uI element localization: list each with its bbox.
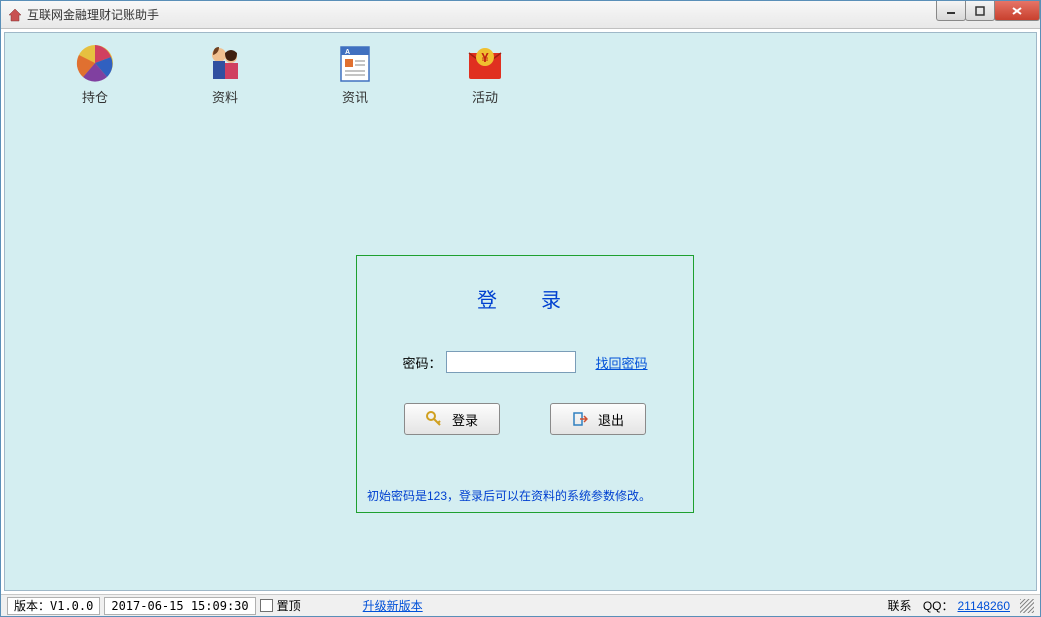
qq-prefix: QQ： [923, 597, 954, 614]
pie-chart-icon [75, 43, 115, 83]
maximize-button[interactable] [965, 1, 995, 21]
login-hint: 初始密码是123，登录后可以在资料的系统参数修改。 [367, 487, 651, 504]
toolbar-label: 持仓 [82, 87, 108, 106]
toolbar-label: 资料 [212, 87, 238, 106]
toolbar-item-profile[interactable]: 资料 [195, 43, 255, 106]
minimize-icon [946, 6, 956, 16]
password-row: 密码： 找回密码 [402, 351, 647, 373]
svg-text:A: A [345, 49, 350, 56]
red-envelope-icon: ¥ [465, 43, 505, 83]
statusbar: 版本：V1.0.0 2017-06-15 15:09:30 置顶 升级新版本 联… [1, 594, 1040, 616]
toolbar-item-activity[interactable]: ¥ 活动 [455, 43, 515, 106]
qq-link[interactable]: 21148260 [958, 599, 1011, 613]
app-icon [7, 7, 23, 23]
datetime-label: 2017-06-15 15:09:30 [104, 597, 255, 615]
people-icon [205, 43, 245, 83]
toolbar-label: 活动 [472, 87, 498, 106]
main-toolbar: 持仓 资料 A [5, 33, 1036, 106]
minimize-button[interactable] [936, 1, 966, 21]
window-controls [937, 1, 1040, 21]
content-area: 持仓 资料 A [4, 32, 1037, 591]
login-button[interactable]: 登录 [404, 403, 500, 435]
svg-text:¥: ¥ [481, 50, 489, 65]
app-window: 互联网金融理财记账助手 持仓 [0, 0, 1041, 617]
exit-button[interactable]: 退出 [550, 403, 646, 435]
login-button-label: 登录 [452, 410, 478, 429]
resize-grip[interactable] [1020, 599, 1034, 613]
toolbar-item-holdings[interactable]: 持仓 [65, 43, 125, 106]
upgrade-link[interactable]: 升级新版本 [363, 597, 423, 614]
login-panel: 登 录 密码： 找回密码 登录 [356, 255, 694, 513]
pin-top-option[interactable]: 置顶 [260, 597, 301, 614]
toolbar-label: 资讯 [342, 87, 368, 106]
exit-icon [572, 411, 588, 427]
version-label: 版本：V1.0.0 [7, 597, 100, 615]
pin-label: 置顶 [277, 597, 301, 614]
pin-checkbox[interactable] [260, 599, 273, 612]
titlebar: 互联网金融理财记账助手 [1, 1, 1040, 29]
window-title: 互联网金融理财记账助手 [27, 6, 159, 23]
maximize-icon [975, 6, 985, 16]
document-icon: A [335, 43, 375, 83]
button-row: 登录 退出 [404, 403, 646, 435]
close-button[interactable] [994, 1, 1040, 21]
exit-button-label: 退出 [598, 410, 624, 429]
contact-label: 联系 [887, 597, 911, 614]
forgot-password-link[interactable]: 找回密码 [596, 353, 648, 372]
close-icon [1011, 6, 1023, 16]
password-label: 密码： [402, 353, 441, 372]
key-icon [426, 411, 442, 427]
status-right: 联系 QQ： 21148260 [887, 597, 1034, 614]
login-title: 登 录 [477, 284, 573, 313]
toolbar-item-news[interactable]: A 资讯 [325, 43, 385, 106]
password-input[interactable] [446, 351, 576, 373]
